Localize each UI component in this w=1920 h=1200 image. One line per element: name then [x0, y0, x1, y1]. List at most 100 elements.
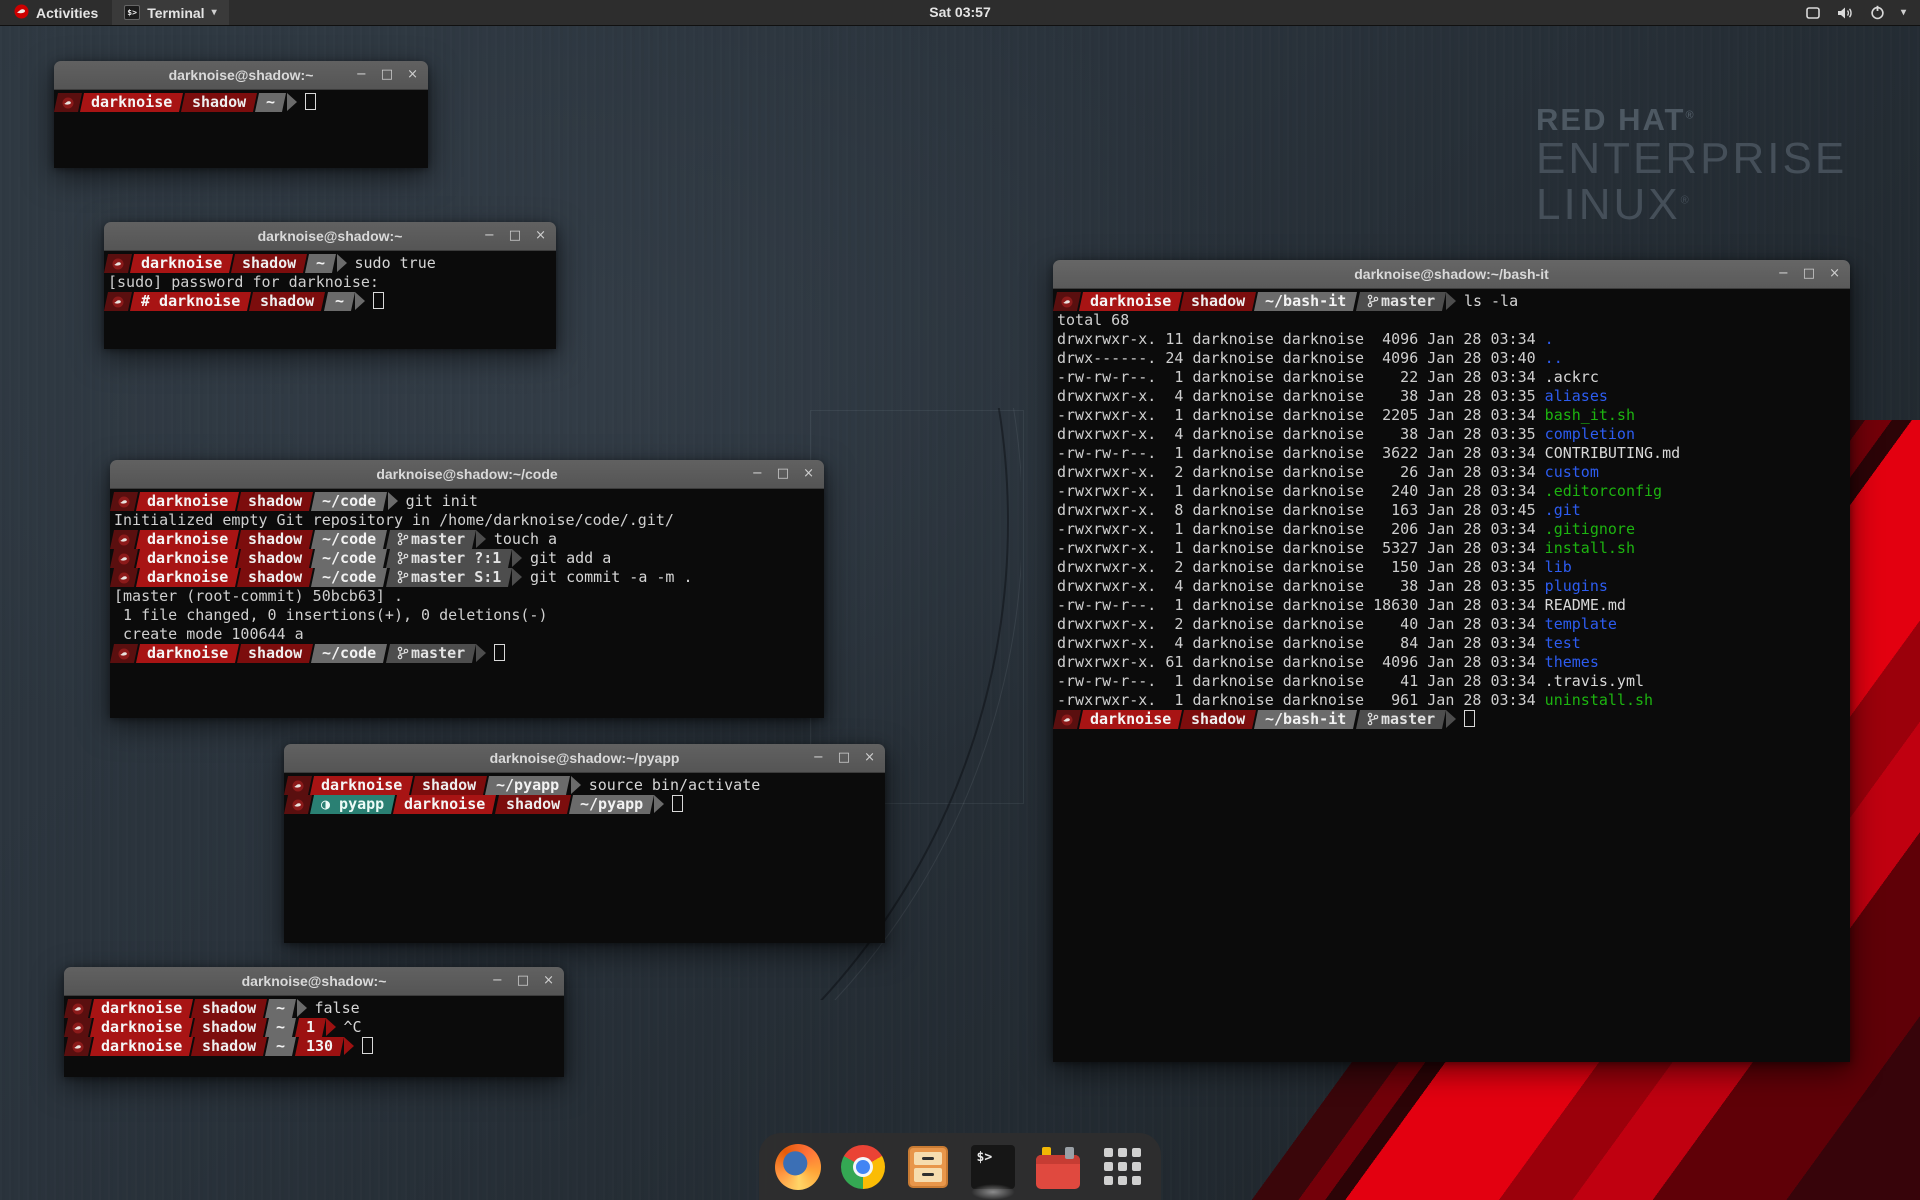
prompt-arrow-icon — [297, 999, 307, 1017]
close-button[interactable]: × — [803, 460, 814, 488]
file-permissions: drwxrwxr-x. 4 darknoise darknoise 38 Jan… — [1057, 387, 1545, 405]
file-list-row: drwxrwxr-x. 4 darknoise darknoise 84 Jan… — [1057, 634, 1846, 653]
file-permissions: drwxrwxr-x. 4 darknoise darknoise 84 Jan… — [1057, 634, 1545, 652]
minimize-button[interactable]: − — [1778, 260, 1789, 288]
path-segment: ~/pyapp — [485, 776, 570, 795]
file-permissions: drwxrwxr-x. 2 darknoise darknoise 26 Jan… — [1057, 463, 1545, 481]
path-segment: ~/code — [311, 568, 387, 587]
terminal-content[interactable]: darknoiseshadow~ — [54, 90, 428, 168]
file-list-row: drwx------. 24 darknoise darknoise 4096 … — [1057, 349, 1846, 368]
activities-button[interactable]: Activities — [0, 0, 112, 25]
git-branch-segment-label: master — [397, 530, 465, 549]
dock-item-app-grid[interactable] — [1099, 1143, 1147, 1191]
close-button[interactable]: × — [864, 744, 875, 772]
prompt-arrow-icon — [476, 530, 486, 548]
user-segment-label: darknoise — [101, 999, 182, 1018]
dock-item-terminal[interactable]: $> — [969, 1143, 1017, 1191]
power-icon — [1870, 5, 1885, 20]
dock-item-toolbox[interactable] — [1034, 1143, 1082, 1191]
file-permissions: -rw-rw-r--. 1 darknoise darknoise 22 Jan… — [1057, 368, 1545, 386]
file-list-row: -rwxrwxr-x. 1 darknoise darknoise 240 Ja… — [1057, 482, 1846, 501]
maximize-button[interactable]: □ — [381, 61, 393, 89]
command-text: git init — [406, 492, 478, 510]
window-titlebar[interactable]: darknoise@shadow:~/pyapp−□ × — [284, 744, 885, 773]
maximize-button[interactable]: □ — [509, 222, 521, 250]
terminal-content[interactable]: darknoiseshadow~/pyappsource bin/activat… — [284, 773, 885, 943]
branding-enterprise: ENTERPRISE — [1536, 136, 1847, 182]
terminal-output-line: total 68 — [1057, 311, 1846, 330]
volume-icon — [1837, 6, 1854, 20]
host-segment-label: shadow — [1191, 292, 1245, 311]
command-text: ls -la — [1464, 292, 1518, 310]
close-button[interactable]: × — [535, 222, 546, 250]
window-titlebar[interactable]: darknoise@shadow:~−□× — [104, 222, 556, 251]
file-permissions: drwxrwxr-x. 8 darknoise darknoise 163 Ja… — [1057, 501, 1545, 519]
file-permissions: -rwxrwxr-x. 1 darknoise darknoise 240 Ja… — [1057, 482, 1545, 500]
terminal-content[interactable]: darknoiseshadow~falsedarknoiseshadow~1^C… — [64, 996, 564, 1077]
minimize-button[interactable]: − — [356, 61, 367, 89]
terminal-content[interactable]: darknoiseshadow~sudo true[sudo] password… — [104, 251, 556, 349]
git-branch-segment-label: master — [397, 644, 465, 663]
distro-icon-label — [72, 1037, 84, 1056]
maximize-button[interactable]: □ — [838, 744, 850, 772]
terminal-window: darknoise@shadow:~/pyapp−□ ×darknoiseshad… — [284, 744, 885, 942]
user-segment: darknoise — [136, 568, 239, 587]
maximize-button[interactable]: □ — [1803, 260, 1815, 288]
file-list-row: drwxrwxr-x. 2 darknoise darknoise 150 Ja… — [1057, 558, 1846, 577]
distro-icon-label — [1061, 710, 1073, 729]
terminal-content[interactable]: darknoiseshadow~/bash-itmasterls -latota… — [1053, 289, 1850, 1062]
file-list-row: drwxrwxr-x. 2 darknoise darknoise 40 Jan… — [1057, 615, 1846, 634]
file-name: aliases — [1545, 387, 1608, 405]
distro-icon-label — [118, 568, 130, 587]
toolbox-icon — [1036, 1155, 1080, 1189]
file-permissions: drwxrwxr-x. 2 darknoise darknoise 150 Ja… — [1057, 558, 1545, 576]
dock-item-chrome[interactable] — [839, 1143, 887, 1191]
path-segment: ~ — [265, 1018, 296, 1037]
window-title: darknoise@shadow:~/pyapp — [284, 750, 885, 766]
chevron-down-icon: ▾ — [1901, 7, 1906, 18]
terminal-output-line: [sudo] password for darknoise: — [108, 273, 552, 292]
file-list-row: -rwxrwxr-x. 1 darknoise darknoise 2205 J… — [1057, 406, 1846, 425]
close-button[interactable]: × — [407, 61, 418, 89]
host-segment-label: shadow — [260, 292, 314, 311]
chrome-icon — [841, 1145, 885, 1189]
file-permissions: drwxrwxr-x. 2 darknoise darknoise 40 Jan… — [1057, 615, 1545, 633]
minimize-button[interactable]: − — [484, 222, 495, 250]
terminal-prompt-line: darknoiseshadow~/bash-itmasterls -la — [1057, 292, 1846, 311]
window-titlebar[interactable]: darknoise@shadow:~/bash-it−□× — [1053, 260, 1850, 289]
file-name: .travis.yml — [1545, 672, 1644, 690]
terminal-content[interactable]: darknoiseshadow~/codegit initInitialized… — [110, 489, 824, 718]
minimize-button[interactable]: − — [813, 744, 824, 772]
path-segment-label: ~/bash-it — [1265, 710, 1346, 729]
window-titlebar[interactable]: darknoise@shadow:~/code−□× — [110, 460, 824, 489]
minimize-button[interactable]: − — [752, 460, 763, 488]
close-button[interactable]: × — [1829, 260, 1840, 288]
window-titlebar[interactable]: darknoise@shadow:~−□× — [54, 61, 428, 90]
prompt-arrow-icon — [287, 93, 297, 111]
window-controls: −□ × — [752, 460, 814, 488]
dock-item-files[interactable] — [904, 1143, 952, 1191]
clock[interactable]: Sat 03:57 — [929, 0, 990, 25]
app-menu-terminal[interactable]: $> Terminal ▾ — [112, 0, 228, 25]
terminal-prompt-line: darknoiseshadow~/codemaster S:1git commi… — [114, 568, 820, 587]
window-titlebar[interactable]: darknoise@shadow:~−□× — [64, 967, 564, 996]
path-segment-label: ~/code — [322, 549, 376, 568]
path-segment: ~/code — [311, 644, 387, 663]
file-permissions: -rw-rw-r--. 1 darknoise darknoise 3622 J… — [1057, 444, 1545, 462]
user-segment-label: darknoise — [321, 776, 402, 795]
close-button[interactable]: × — [543, 967, 554, 995]
distro-icon — [64, 1018, 92, 1037]
dock-item-firefox[interactable] — [774, 1143, 822, 1191]
terminal-output-line: Initialized empty Git repository in /hom… — [114, 511, 820, 530]
terminal-prompt-line: darknoiseshadow~/codemaster — [114, 644, 820, 663]
distro-icon-label — [112, 254, 124, 273]
minimize-button[interactable]: − — [492, 967, 503, 995]
prompt-arrow-icon — [1446, 292, 1456, 310]
system-status-area[interactable]: ▾ — [1805, 5, 1920, 20]
terminal-icon: $> — [971, 1145, 1015, 1189]
host-segment: shadow — [191, 1018, 267, 1037]
distro-icon-label — [292, 795, 304, 814]
maximize-button[interactable]: □ — [517, 967, 529, 995]
file-permissions: -rwxrwxr-x. 1 darknoise darknoise 5327 J… — [1057, 539, 1545, 557]
maximize-button[interactable]: □ — [777, 460, 789, 488]
